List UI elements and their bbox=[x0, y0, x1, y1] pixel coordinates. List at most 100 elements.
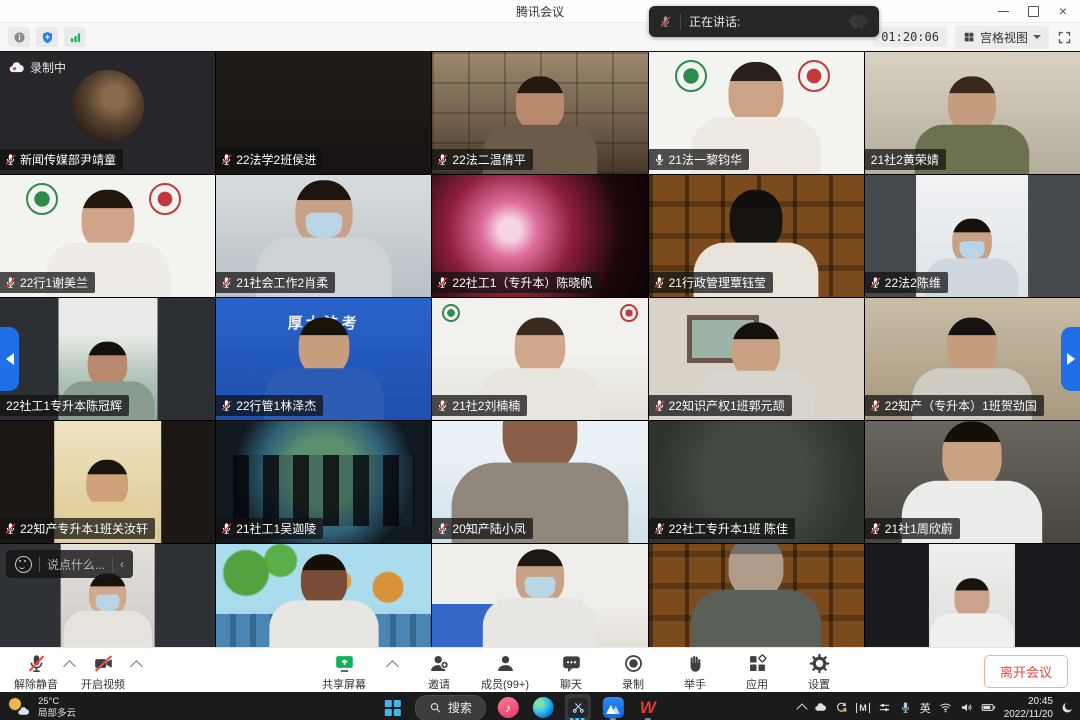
right-arrow-icon bbox=[1067, 353, 1080, 365]
smiley-icon[interactable] bbox=[15, 556, 32, 573]
video-tile[interactable]: 21社工1吴迦陵 bbox=[216, 421, 431, 543]
status-icons bbox=[8, 27, 86, 47]
audio-options-chevron[interactable] bbox=[63, 660, 76, 673]
video-tile[interactable]: 21社1周欣蔚 bbox=[865, 421, 1080, 543]
apps-label: 应用 bbox=[746, 676, 768, 692]
snip-tool-button[interactable] bbox=[565, 694, 591, 720]
window-title: 腾讯会议 bbox=[0, 3, 1080, 20]
record-label: 录制 bbox=[622, 676, 644, 692]
apps-button[interactable]: 应用 bbox=[737, 648, 777, 692]
view-controls: 01:20:06 宫格视图 bbox=[873, 26, 1072, 49]
start-button[interactable] bbox=[380, 694, 406, 720]
mic-on-icon bbox=[653, 153, 666, 166]
video-tile[interactable] bbox=[432, 544, 647, 647]
video-tile[interactable]: 21行政管理覃钰莹 bbox=[649, 175, 864, 297]
tray-mic-icon[interactable] bbox=[899, 701, 912, 714]
wifi-icon[interactable] bbox=[939, 701, 952, 714]
mic-muted-icon bbox=[659, 15, 672, 28]
video-tile[interactable]: 21社2刘楠楠 bbox=[432, 298, 647, 420]
video-tile[interactable]: 22社工1（专升本）陈晓帆 bbox=[432, 175, 647, 297]
edge-browser-icon bbox=[532, 697, 553, 718]
video-tile[interactable]: 22知产专升本1班关汝轩 bbox=[0, 421, 215, 543]
network-signal-icon[interactable] bbox=[64, 27, 86, 47]
video-tile[interactable]: 21法一黎钧华 bbox=[649, 52, 864, 174]
battery-icon[interactable] bbox=[981, 700, 996, 715]
close-button[interactable]: × bbox=[1048, 0, 1078, 22]
grid-view-icon bbox=[963, 31, 975, 43]
sliders-icon[interactable] bbox=[878, 701, 891, 714]
participant-name: 22行管1林泽杰 bbox=[236, 397, 316, 414]
video-tile[interactable]: 22法二温倩平 bbox=[432, 52, 647, 174]
face-mask bbox=[306, 213, 342, 238]
ime-language-indicator[interactable]: 英 bbox=[920, 700, 931, 716]
video-tile[interactable]: 22法2陈维 bbox=[865, 175, 1080, 297]
video-tile[interactable]: 22社工专升本1班 陈佳 bbox=[649, 421, 864, 543]
participant-figure bbox=[60, 573, 155, 647]
divider bbox=[39, 557, 40, 572]
music-app-button[interactable]: ♪ bbox=[495, 694, 521, 720]
sync-icon[interactable] bbox=[835, 701, 848, 714]
tencent-meeting-window: 腾讯会议 × 正在讲话: 01:20:06 宫格视图 bbox=[0, 0, 1080, 720]
video-tile[interactable] bbox=[649, 544, 864, 647]
window-controls: × bbox=[988, 0, 1078, 22]
settings-button[interactable]: 设置 bbox=[799, 648, 839, 692]
participant-name-tag: 21社1周欣蔚 bbox=[865, 518, 960, 539]
share-options-chevron[interactable] bbox=[386, 660, 399, 673]
tray-app-icon[interactable]: M bbox=[856, 703, 870, 713]
volume-icon[interactable] bbox=[960, 701, 973, 714]
video-tile[interactable]: 22知产（专升本）1班贺劲国 bbox=[865, 298, 1080, 420]
share-screen-button[interactable]: 共享屏幕 bbox=[322, 648, 366, 692]
previous-page-button[interactable] bbox=[0, 327, 19, 391]
start-video-button[interactable]: 开启视频 bbox=[81, 648, 125, 692]
meeting-app-button[interactable] bbox=[600, 694, 626, 720]
record-button[interactable]: 录制 bbox=[613, 648, 653, 692]
share-screen-icon bbox=[334, 653, 355, 674]
members-button[interactable]: 成员(99+) bbox=[481, 648, 529, 692]
participant-name: 22行1谢美兰 bbox=[20, 274, 88, 291]
wps-app-button[interactable]: W bbox=[635, 694, 661, 720]
chat-placeholder[interactable]: 说点什么... bbox=[47, 556, 105, 573]
edge-browser-button[interactable] bbox=[530, 694, 556, 720]
leave-meeting-button[interactable]: 离开会议 bbox=[984, 655, 1068, 688]
video-tile[interactable] bbox=[865, 544, 1080, 647]
video-tile[interactable]: 录制中 新闻传媒部尹靖童 bbox=[0, 52, 215, 174]
mic-muted-icon bbox=[653, 276, 666, 289]
video-tile[interactable]: 20知产陆小凤 bbox=[432, 421, 647, 543]
video-tile[interactable] bbox=[216, 544, 431, 647]
participant-name: 22社工1（专升本）陈晓帆 bbox=[452, 274, 592, 291]
collapse-chat-icon[interactable]: ‹ bbox=[120, 557, 124, 571]
quick-chat-bar[interactable]: 说点什么... ‹ bbox=[6, 550, 133, 578]
video-tile[interactable]: 厚大法考 22行管1林泽杰 bbox=[216, 298, 431, 420]
participant-figure bbox=[929, 578, 1015, 647]
unmute-button[interactable]: 解除静音 bbox=[14, 648, 58, 692]
video-options-chevron[interactable] bbox=[130, 660, 143, 673]
chat-button[interactable]: 聊天 bbox=[551, 648, 591, 692]
video-tile[interactable]: 22社工1专升本陈冠辉 bbox=[0, 298, 215, 420]
participant-name-tag: 22知产（专升本）1班贺劲国 bbox=[865, 395, 1044, 416]
taskbar-search[interactable]: 搜索 bbox=[415, 695, 486, 720]
video-tile[interactable]: 22法学2班侯进 bbox=[216, 52, 431, 174]
video-tile[interactable]: 22行1谢美兰 bbox=[0, 175, 215, 297]
participant-name: 22法二温倩平 bbox=[452, 151, 525, 168]
video-tile[interactable]: 22知识产权1班郭元颉 bbox=[649, 298, 864, 420]
raise-hand-button[interactable]: 举手 bbox=[675, 648, 715, 692]
onedrive-cloud-icon[interactable] bbox=[814, 701, 827, 714]
participant-name-tag: 22行管1林泽杰 bbox=[216, 395, 323, 416]
face-mask bbox=[960, 241, 985, 258]
video-tile[interactable]: 说点什么... ‹ bbox=[0, 544, 215, 647]
taskbar-weather-widget[interactable]: 25°C 局部多云 bbox=[8, 696, 76, 720]
meeting-info-icon[interactable] bbox=[8, 27, 30, 47]
tray-expand-chevron-icon[interactable] bbox=[797, 703, 808, 714]
maximize-button[interactable] bbox=[1018, 0, 1048, 22]
video-tile[interactable]: 21社2黄荣婧 bbox=[865, 52, 1080, 174]
grid-view-button[interactable]: 宫格视图 bbox=[955, 26, 1049, 49]
taskbar-clock[interactable]: 20:45 2022/11/20 bbox=[1004, 695, 1053, 720]
invite-button[interactable]: 邀请 bbox=[419, 648, 459, 692]
participant-name: 21社1周欣蔚 bbox=[885, 520, 953, 537]
security-shield-icon[interactable] bbox=[36, 27, 58, 47]
night-mode-moon-icon[interactable] bbox=[1061, 701, 1074, 714]
fullscreen-button[interactable] bbox=[1057, 30, 1072, 45]
minimize-button[interactable] bbox=[988, 0, 1018, 22]
video-tile[interactable]: 21社会工作2肖柔 bbox=[216, 175, 431, 297]
next-page-button[interactable] bbox=[1061, 327, 1080, 391]
